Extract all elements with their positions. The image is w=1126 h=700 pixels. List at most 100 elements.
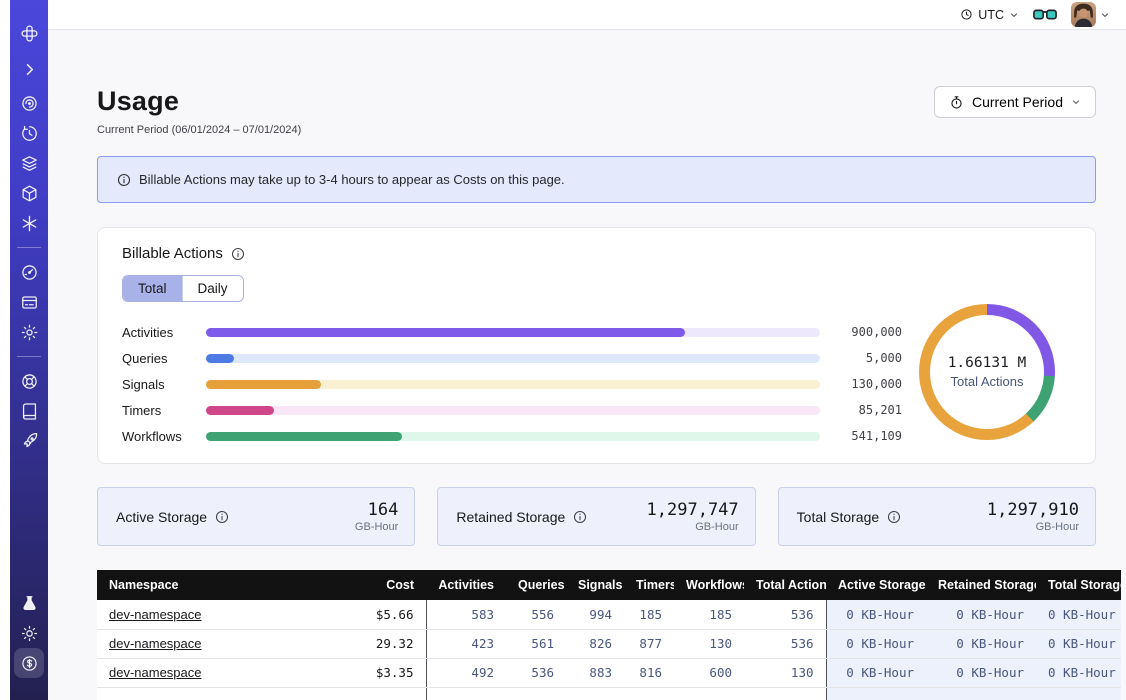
- storage-summary-row: Active Storage 164 GB-Hour Retained Stor…: [97, 487, 1096, 546]
- bar-row: Signals 130,000: [122, 371, 902, 397]
- clock-icon: [960, 8, 973, 21]
- table-cell: 0 KB-Hour: [826, 600, 926, 629]
- period-selector-label: Current Period: [972, 94, 1063, 110]
- table-cell: 185: [624, 600, 674, 629]
- bar-category-label: Activities: [122, 325, 206, 340]
- page-subtitle: Current Period (06/01/2024 – 07/01/2024): [97, 124, 301, 136]
- billable-actions-card: Billable Actions Total Daily Activities …: [97, 227, 1096, 464]
- namespace-cell: dev-namespace: [97, 658, 342, 687]
- table-row: dev-namespace$3.354925368838166001300 KB…: [97, 658, 1121, 687]
- bar-category-label: Queries: [122, 351, 206, 366]
- table-cell: [826, 687, 926, 700]
- table-cell: 423: [426, 629, 506, 658]
- table-cell: 536: [506, 658, 566, 687]
- period-selector-button[interactable]: Current Period: [934, 86, 1096, 118]
- table-cell: 556: [506, 600, 566, 629]
- sidebar-divider: [17, 356, 41, 357]
- timezone-selector[interactable]: UTC: [960, 8, 1019, 22]
- table-cell: 0 KB-Hour: [1036, 629, 1121, 658]
- info-icon[interactable]: [573, 510, 587, 524]
- storage-unit: GB-Hour: [987, 521, 1079, 533]
- namespace-link[interactable]: dev-namespace: [109, 636, 202, 651]
- deployments-cube-icon[interactable]: [14, 178, 44, 208]
- temporal-logo-icon[interactable]: [14, 18, 44, 48]
- bar-track: [206, 328, 820, 337]
- storage-value: 164: [355, 500, 398, 520]
- stopwatch-icon: [949, 95, 964, 110]
- tab-total[interactable]: Total: [123, 276, 182, 301]
- lab-flask-icon[interactable]: [14, 588, 44, 618]
- bar-category-label: Signals: [122, 377, 206, 392]
- bar-row: Workflows 541,109: [122, 423, 902, 449]
- topbar: UTC: [48, 0, 1126, 30]
- storage-card: Total Storage 1,297,910 GB-Hour: [778, 487, 1096, 546]
- bar-track: [206, 432, 820, 441]
- app-window: UTC Usage Current Period (06/01/2024 – 0…: [0, 0, 1126, 700]
- storage-card: Retained Storage 1,297,747 GB-Hour: [437, 487, 755, 546]
- table-cell: 29.32: [342, 629, 426, 658]
- bar-value-label: 5,000: [830, 351, 902, 365]
- info-icon[interactable]: [887, 510, 901, 524]
- info-icon[interactable]: [231, 247, 245, 261]
- donut-total-label: Total Actions: [951, 374, 1024, 389]
- table-cell: 185: [674, 600, 744, 629]
- usage-page: Usage Current Period (06/01/2024 – 07/01…: [48, 30, 1126, 700]
- schedules-icon[interactable]: [14, 118, 44, 148]
- storage-label: Retained Storage: [456, 509, 565, 525]
- avatar: [1071, 2, 1096, 27]
- table-cell: 536: [744, 600, 826, 629]
- support-lifebuoy-icon[interactable]: [14, 366, 44, 396]
- docs-book-icon[interactable]: [14, 396, 44, 426]
- table-cell: 130: [744, 658, 826, 687]
- usage-gauge-icon[interactable]: [14, 257, 44, 287]
- credits-coin-icon[interactable]: [14, 648, 44, 678]
- table-cell: 0 KB-Hour: [1036, 600, 1121, 629]
- namespaces-icon[interactable]: [14, 88, 44, 118]
- table-cell: 0 KB-Hour: [926, 658, 1036, 687]
- table-cell: [744, 687, 826, 700]
- table-cell: 583: [426, 600, 506, 629]
- settings-gear-icon[interactable]: [14, 317, 44, 347]
- table-cell: 0 KB-Hour: [926, 600, 1036, 629]
- bar-fill: [206, 432, 402, 441]
- table-body: dev-namespace$5.665835569941851855360 KB…: [97, 600, 1121, 700]
- expand-sidebar-chevron-icon[interactable]: [14, 54, 44, 84]
- sidebar-divider: [17, 247, 41, 248]
- table-cell: [674, 687, 744, 700]
- info-icon[interactable]: [215, 510, 229, 524]
- table-cell: 826: [566, 629, 624, 658]
- table-cell: [926, 687, 1036, 700]
- bar-fill: [206, 354, 234, 363]
- user-menu[interactable]: [1071, 2, 1110, 27]
- getting-started-rocket-icon[interactable]: [14, 426, 44, 456]
- tab-daily[interactable]: Daily: [182, 276, 243, 301]
- batch-layers-icon[interactable]: [14, 148, 44, 178]
- table-row: dev-namespace29.324235618268771305360 KB…: [97, 629, 1121, 658]
- theme-sun-icon[interactable]: [14, 618, 44, 648]
- namespace-link[interactable]: dev-namespace: [109, 665, 202, 680]
- storage-value: 1,297,747: [647, 500, 739, 520]
- bar-value-label: 130,000: [830, 377, 902, 391]
- table-column-header: Total Storage: [1036, 570, 1121, 600]
- table-column-header: Timers: [624, 570, 674, 600]
- main-area: UTC Usage Current Period (06/01/2024 – 0…: [48, 0, 1126, 700]
- nexus-asterisk-icon[interactable]: [14, 208, 44, 238]
- billing-window-icon[interactable]: [14, 287, 44, 317]
- namespace-link[interactable]: dev-namespace: [109, 607, 202, 622]
- chevron-down-icon: [1009, 10, 1019, 20]
- goggles-icon[interactable]: [1033, 7, 1057, 23]
- namespace-usage-table: NamespaceCostActivitiesQueriesSignalsTim…: [97, 570, 1121, 700]
- namespace-cell: dev-namespace: [97, 600, 342, 629]
- bar-value-label: 900,000: [830, 325, 902, 339]
- bar-row: Timers 85,201: [122, 397, 902, 423]
- storage-label: Active Storage: [116, 509, 207, 525]
- table-cell: 561: [506, 629, 566, 658]
- bar-value-label: 541,109: [830, 429, 902, 443]
- storage-label: Total Storage: [797, 509, 880, 525]
- table-cell: [342, 687, 426, 700]
- table-cell: 492: [426, 658, 506, 687]
- page-title: Usage: [97, 86, 301, 117]
- donut-total-value: 1.66131 M: [948, 355, 1027, 371]
- table-cell: $5.66: [342, 600, 426, 629]
- table-column-header: Namespace: [97, 570, 342, 600]
